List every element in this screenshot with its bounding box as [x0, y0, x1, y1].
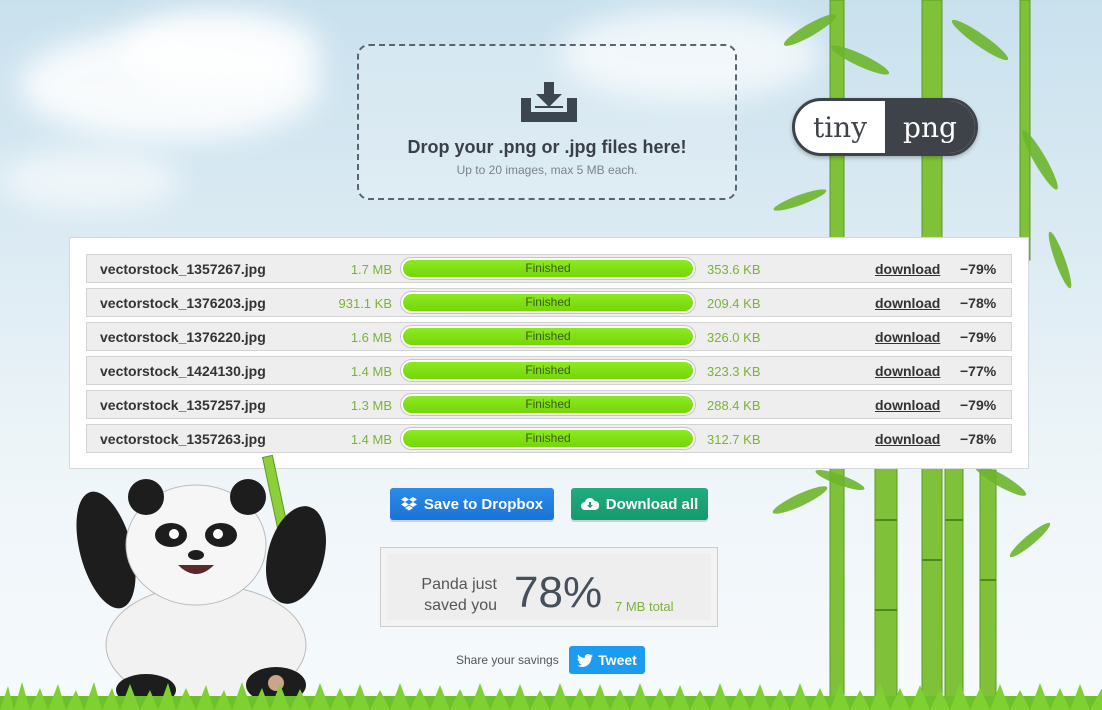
- download-link[interactable]: download: [875, 329, 940, 345]
- compressed-size: 288.4 KB: [707, 398, 761, 413]
- tinypng-logo[interactable]: tiny png: [792, 98, 978, 156]
- download-all-label: Download all: [605, 495, 699, 513]
- download-link[interactable]: download: [875, 363, 940, 379]
- dropzone-title: Drop your .png or .jpg files here!: [407, 137, 687, 157]
- grass-illustration: [0, 682, 1102, 710]
- cloud-download-icon: [580, 497, 599, 510]
- file-name: vectorstock_1424130.jpg: [100, 363, 266, 379]
- file-row: vectorstock_1357263.jpg 1.4 MB Finished …: [86, 424, 1012, 453]
- savings-total: 7 MB total: [615, 599, 674, 614]
- savings-inner: Panda just saved you 78% 7 MB total: [387, 554, 711, 620]
- saving-percent: −79%: [960, 397, 997, 413]
- compressed-size: 323.3 KB: [707, 364, 761, 379]
- progress-fill: Finished: [403, 260, 693, 277]
- file-row: vectorstock_1357267.jpg 1.7 MB Finished …: [86, 254, 1012, 283]
- save-to-dropbox-button[interactable]: Save to Dropbox: [390, 488, 554, 520]
- file-row: vectorstock_1376220.jpg 1.6 MB Finished …: [86, 322, 1012, 351]
- file-row: vectorstock_1424130.jpg 1.4 MB Finished …: [86, 356, 1012, 385]
- progress-bar: Finished: [400, 359, 696, 382]
- download-link[interactable]: download: [875, 431, 940, 447]
- original-size: 1.4 MB: [350, 432, 392, 447]
- download-all-button[interactable]: Download all: [571, 488, 708, 520]
- dropbox-icon: [400, 497, 417, 511]
- progress-bar: Finished: [400, 325, 696, 348]
- download-link[interactable]: download: [875, 397, 940, 413]
- dropzone-subtitle: Up to 20 images, max 5 MB each.: [456, 163, 638, 177]
- saving-percent: −78%: [960, 295, 997, 311]
- compressed-size: 209.4 KB: [707, 296, 761, 311]
- file-name: vectorstock_1357257.jpg: [100, 397, 266, 413]
- cloud: [120, 10, 320, 90]
- savings-caption-line1: Panda just: [421, 576, 497, 593]
- savings-caption-line2: saved you: [424, 597, 497, 614]
- savings-percent: 78%: [514, 568, 603, 617]
- saving-percent: −77%: [960, 363, 997, 379]
- progress-bar: Finished: [400, 393, 696, 416]
- twitter-bird-icon: [577, 653, 594, 667]
- progress-fill: Finished: [403, 328, 693, 345]
- results-panel: vectorstock_1357267.jpg 1.7 MB Finished …: [69, 237, 1029, 469]
- logo-text-tiny: tiny: [812, 110, 868, 144]
- share-label: Share your savings: [456, 653, 559, 667]
- progress-bar: Finished: [400, 257, 696, 280]
- file-row: vectorstock_1376203.jpg 931.1 KB Finishe…: [86, 288, 1012, 317]
- upload-dropzone[interactable]: Drop your .png or .jpg files here! Up to…: [357, 44, 737, 200]
- progress-fill: Finished: [403, 294, 693, 311]
- original-size: 1.7 MB: [350, 262, 392, 277]
- compressed-size: 312.7 KB: [707, 432, 761, 447]
- tweet-button[interactable]: Tweet: [569, 646, 645, 674]
- saving-percent: −79%: [960, 261, 997, 277]
- progress-fill: Finished: [403, 396, 693, 413]
- progress-fill: Finished: [403, 362, 693, 379]
- original-size: 1.6 MB: [350, 330, 392, 345]
- saving-percent: −79%: [960, 329, 997, 345]
- progress-bar: Finished: [400, 427, 696, 450]
- download-link[interactable]: download: [875, 295, 940, 311]
- original-size: 1.4 MB: [350, 364, 392, 379]
- panda-mascot: [76, 455, 326, 705]
- original-size: 931.1 KB: [338, 296, 393, 311]
- download-tray-icon: [521, 82, 577, 122]
- file-name: vectorstock_1357267.jpg: [100, 261, 266, 277]
- file-name: vectorstock_1357263.jpg: [100, 431, 266, 447]
- savings-caption: Panda just saved you: [397, 574, 497, 616]
- compressed-size: 326.0 KB: [707, 330, 761, 345]
- download-link[interactable]: download: [875, 261, 940, 277]
- logo-text-png: png: [885, 101, 975, 153]
- compressed-size: 353.6 KB: [707, 262, 761, 277]
- file-row: vectorstock_1357257.jpg 1.3 MB Finished …: [86, 390, 1012, 419]
- cloud: [0, 150, 180, 210]
- file-name: vectorstock_1376220.jpg: [100, 329, 266, 345]
- saving-percent: −78%: [960, 431, 997, 447]
- save-to-dropbox-label: Save to Dropbox: [423, 495, 544, 513]
- progress-bar: Finished: [400, 291, 696, 314]
- tweet-label: Tweet: [598, 652, 637, 668]
- progress-fill: Finished: [403, 430, 693, 447]
- savings-summary: Panda just saved you 78% 7 MB total: [380, 547, 718, 627]
- file-name: vectorstock_1376203.jpg: [100, 295, 266, 311]
- original-size: 1.3 MB: [350, 398, 392, 413]
